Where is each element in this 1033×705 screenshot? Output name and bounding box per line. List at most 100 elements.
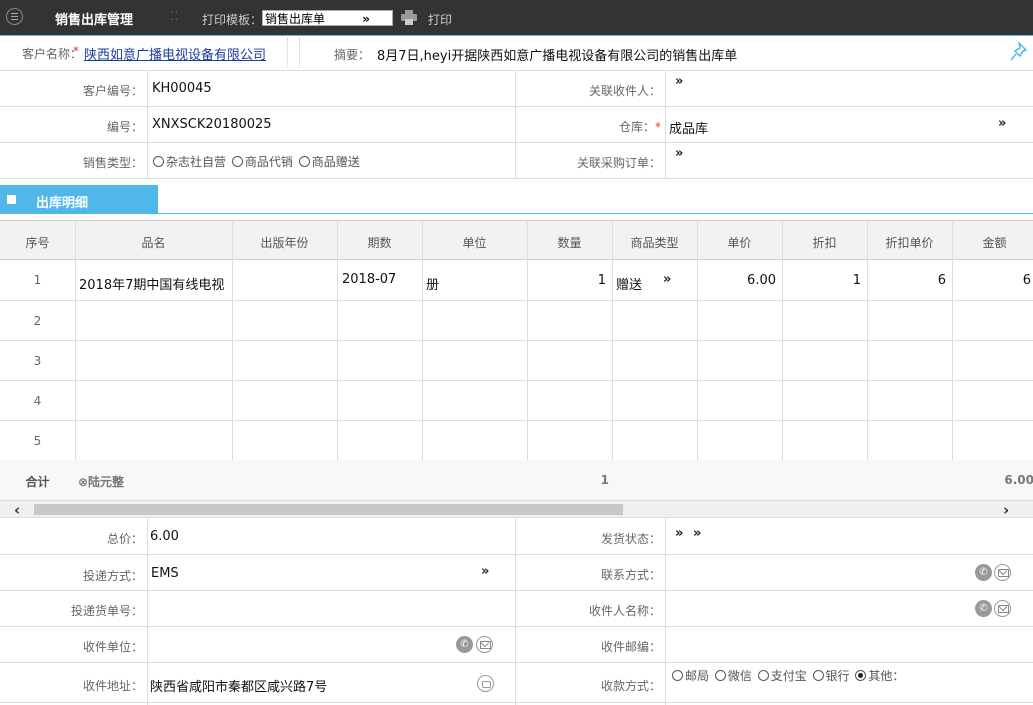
tracking-no-label: 投递货单号： [70,604,143,618]
radio-post-office[interactable] [672,670,683,681]
amount-in-words: ⊗陆元整 [78,475,125,489]
divider [0,662,1033,663]
row-number: 4 [33,394,42,408]
cell-unit[interactable]: 册 [426,274,439,293]
address-value[interactable]: 陕西省咸阳市秦都区咸兴路7号 [150,676,327,695]
column-header[interactable]: 出版年份 [232,234,337,251]
drag-handle-icon[interactable]: ·· ·· [170,7,179,25]
column-header[interactable]: 单价 [697,234,782,251]
radio-other[interactable] [855,670,867,681]
receiver-unit-label: 收件单位： [82,640,143,654]
cell-name[interactable]: 2018年7期中国有线电视 [79,274,224,293]
radio-alipay[interactable] [757,670,769,681]
payment-option: 邮局 [685,669,710,683]
warehouse-label: 仓库：* [515,118,665,135]
delivery-method-value[interactable]: EMS [151,566,179,581]
type-select-icon[interactable]: » [663,272,672,287]
column-header[interactable]: 期数 [337,234,422,251]
divider [75,220,76,500]
warehouse-value[interactable]: 成品库 [669,118,708,137]
radio-gift[interactable] [298,156,310,167]
phone-icon[interactable]: ✆ [456,636,473,653]
divider [665,70,666,178]
cell-qty[interactable]: 1 [527,273,606,288]
number-value[interactable]: XNXSCK20180025 [152,117,272,132]
radio-wechat[interactable] [714,670,726,681]
payment-option: 银行 [825,669,850,683]
phone-icon[interactable]: ✆ [975,564,992,581]
payment-label: 收款方式： [600,679,661,693]
column-header[interactable]: 序号 [0,234,75,251]
related-receiver-select-icon[interactable]: » [675,74,684,89]
divider [0,554,1033,555]
required-mark: * [655,120,661,134]
warehouse-select-icon[interactable]: » [998,116,1007,131]
related-po-label: 关联采购订单： [576,156,661,170]
mail-icon[interactable] [476,636,493,653]
cell-issue[interactable]: 2018-07 [342,272,396,287]
cell-disc-price[interactable]: 6 [867,273,946,288]
horizontal-scrollbar[interactable]: ‹ › [0,500,1033,519]
column-header[interactable]: 单位 [422,234,527,251]
print-template-select[interactable]: 销售出库单 » [262,10,393,26]
divider [0,380,1033,381]
column-header[interactable]: 商品类型 [612,234,697,251]
ship-status-label: 发货状态： [600,532,661,546]
scroll-left-icon[interactable]: ‹ [14,501,20,519]
customer-code-label: 客户编号： [82,84,143,98]
summary-value[interactable]: 8月7日,heyi开据陕西如意广播电视设备有限公司的销售出库单 [377,45,737,64]
pushpin-icon[interactable] [1010,42,1028,62]
divider [147,518,148,705]
location-icon[interactable] [477,675,494,692]
payment-radio-group: 邮局 微信 支付宝 银行 其他： [672,667,906,684]
divider [0,300,1033,301]
radio-self-run[interactable] [153,156,164,167]
phone-icon[interactable]: ✆ [975,600,992,617]
sale-type-option: 杂志社自营 [166,155,227,169]
divider [0,106,1033,107]
ship-status-select-icon[interactable]: » [675,526,684,541]
toolbar-divider [0,35,1033,36]
related-receiver-label: 关联收件人： [588,84,661,98]
column-header[interactable]: 金额 [952,234,1033,251]
mail-icon[interactable] [994,564,1011,581]
radio-consignment[interactable] [231,156,243,167]
section-divider [0,213,1033,214]
divider [612,220,613,500]
menu-icon[interactable] [6,8,23,25]
column-header[interactable]: 折扣 [782,234,867,251]
divider [0,420,1033,421]
printer-icon[interactable] [401,10,417,25]
chevron-double-right-icon: » [362,12,370,26]
postcode-label: 收件邮编： [600,640,661,654]
print-template-value: 销售出库单 [265,12,326,26]
cell-discount[interactable]: 1 [782,273,861,288]
related-po-select-icon[interactable]: » [675,146,684,161]
customer-code-value[interactable]: KH00045 [152,81,212,96]
divider [147,70,148,178]
mail-icon[interactable] [994,600,1011,617]
sale-type-option: 商品代销 [244,155,293,169]
scroll-right-icon[interactable]: › [1003,501,1009,519]
print-button[interactable]: 打印 [428,11,452,28]
cell-amount[interactable]: 6 [952,273,1031,288]
row-number: 1 [33,273,42,287]
column-header[interactable]: 品名 [75,234,232,251]
ship-status-select-icon-2[interactable]: » [693,526,702,541]
total-price-value[interactable]: 6.00 [150,529,179,544]
sale-type-radio-group: 杂志社自营 商品代销 商品赠送 [153,153,362,170]
contact-method-label: 联系方式： [600,568,661,582]
customer-name-link[interactable]: 陕西如意广播电视设备有限公司 [84,44,266,63]
column-header[interactable]: 数量 [527,234,612,251]
summary-label: 摘要： [333,48,370,62]
column-header[interactable]: 折扣单价 [867,234,952,251]
cell-price[interactable]: 6.00 [697,273,776,288]
table-header: 序号 品名 出版年份 期数 单位 数量 商品类型 单价 折扣 折扣单价 金额 [0,220,1033,260]
delivery-method-select-icon[interactable]: » [481,564,490,579]
radio-bank[interactable] [812,670,824,681]
divider [527,220,528,500]
cell-type[interactable]: 赠送 [616,274,642,293]
divider [0,702,1033,703]
divider [952,220,953,500]
scrollbar-thumb[interactable] [34,504,623,515]
